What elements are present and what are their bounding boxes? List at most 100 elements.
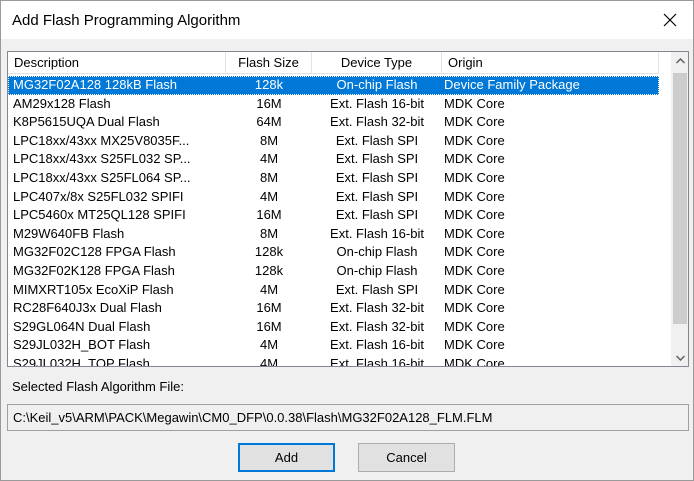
list-header: Description Flash Size Device Type Origi… bbox=[8, 52, 659, 74]
cell-origin: MDK Core bbox=[444, 318, 505, 334]
cell-device-type: On-chip Flash bbox=[336, 244, 418, 260]
cell-flash-size: 8M bbox=[259, 132, 279, 148]
cell-origin: MDK Core bbox=[444, 300, 505, 316]
scroll-down-arrow-icon bbox=[676, 354, 685, 361]
cell-flash-size: 128k bbox=[254, 244, 284, 260]
table-row[interactable]: MG32F02C128 FPGA Flash 128k On-chip Flash M… bbox=[8, 243, 659, 262]
cell-origin: MDK Core bbox=[444, 207, 505, 223]
cell-origin: MDK Core bbox=[444, 337, 505, 353]
table-row[interactable]: K8P5615UQA Dual Flash 64M Ext. Flash 32-bi… bbox=[8, 113, 659, 132]
table-row[interactable]: LPC5460x MT25QL128 SPIFI 16M Ext. Flash SP… bbox=[8, 206, 659, 225]
cell-device-type: Ext. Flash 16-bit bbox=[330, 225, 424, 241]
algorithm-list[interactable]: Description Flash Size Device Type Origi… bbox=[7, 51, 689, 367]
cell-description: AM29x128 Flash bbox=[13, 95, 111, 111]
cell-description: S29JL032H_BOT Flash bbox=[13, 337, 151, 353]
cell-description: RC28F640J3x Dual Flash bbox=[13, 300, 162, 316]
scroll-down-button[interactable] bbox=[672, 349, 688, 366]
cell-device-type: Ext. Flash 32-bit bbox=[330, 114, 424, 130]
dialog-title: Add Flash Programming Algorithm bbox=[12, 12, 241, 29]
cell-device-type: Ext. Flash 16-bit bbox=[330, 95, 424, 111]
cell-device-type: Ext. Flash 32-bit bbox=[330, 300, 424, 316]
scroll-up-button[interactable] bbox=[672, 52, 688, 69]
cell-flash-size: 16M bbox=[256, 300, 282, 316]
cell-device-type: Ext. Flash SPI bbox=[335, 132, 419, 148]
cell-description: MG32F02C128 FPGA Flash bbox=[13, 244, 176, 260]
cell-description: MG32F02K128 FPGA Flash bbox=[13, 263, 175, 278]
cell-origin: MDK Core bbox=[444, 95, 505, 111]
cell-origin: MDK Core bbox=[444, 188, 505, 204]
table-row[interactable]: MG32F02A128 128kB Flash 128k On-chip Flash… bbox=[8, 76, 659, 95]
table-row[interactable]: LPC18xx/43xx MX25V8035F... 8M Ext. Flash S… bbox=[8, 132, 659, 151]
close-button[interactable] bbox=[647, 1, 693, 39]
title-bar[interactable]: Add Flash Programming Algorithm bbox=[1, 1, 693, 39]
cell-flash-size: 4M bbox=[259, 151, 279, 167]
column-header-description[interactable]: Description bbox=[8, 52, 226, 74]
cell-flash-size: 4M bbox=[259, 356, 279, 366]
cell-flash-size: 64M bbox=[256, 114, 282, 130]
cell-description: K8P5615UQA Dual Flash bbox=[13, 114, 160, 130]
table-row[interactable]: MIMXRT105x EcoXiP Flash 4M Ext. Flash SPI M… bbox=[8, 281, 659, 300]
scroll-up-arrow-icon bbox=[676, 57, 685, 64]
cell-flash-size: 16M bbox=[256, 207, 282, 223]
cell-description: S29JL032H_TOP Flash bbox=[13, 356, 150, 366]
table-row[interactable]: S29GL064N Dual Flash 16M Ext. Flash 32-bit… bbox=[8, 318, 659, 337]
cell-device-type: On-chip Flash bbox=[336, 263, 418, 278]
cell-description: LPC5460x MT25QL128 SPIFI bbox=[13, 207, 186, 223]
table-row[interactable]: M29W640FB Flash 8M Ext. Flash 16-bit MDK Co… bbox=[8, 225, 659, 244]
cell-flash-size: 4M bbox=[259, 337, 279, 353]
cell-device-type: Ext. Flash 32-bit bbox=[330, 318, 424, 334]
cell-flash-size: 8M bbox=[259, 225, 279, 241]
cell-device-type: Ext. Flash SPI bbox=[335, 188, 419, 204]
cell-origin: MDK Core bbox=[444, 132, 505, 148]
cell-device-type: Ext. Flash SPI bbox=[335, 207, 419, 223]
table-row[interactable]: MG32F02K128 FPGA Flash 128k On-chip Flash M… bbox=[8, 262, 659, 281]
cell-origin: MDK Core bbox=[444, 151, 505, 167]
cell-description: LPC18xx/43xx S25FL064 SP... bbox=[13, 170, 191, 185]
cell-description: LPC18xx/43xx MX25V8035F... bbox=[13, 132, 190, 148]
table-row[interactable]: S29JL032H_BOT Flash 4M Ext. Flash 16-bit MD… bbox=[8, 336, 659, 355]
cell-description: M29W640FB Flash bbox=[13, 225, 125, 241]
table-row[interactable]: AM29x128 Flash 16M Ext. Flash 16-bit MDK Co… bbox=[8, 95, 659, 114]
column-header-origin[interactable]: Origin bbox=[442, 52, 659, 74]
list-rows: MG32F02A128 128kB Flash 128k On-chip Flash… bbox=[8, 76, 659, 366]
selected-file-label: Selected Flash Algorithm File: bbox=[12, 379, 184, 394]
column-header-device-type[interactable]: Device Type bbox=[312, 52, 442, 74]
cell-origin: Device Family Package bbox=[444, 77, 580, 92]
cell-device-type: On-chip Flash bbox=[336, 77, 418, 92]
cell-origin: MDK Core bbox=[444, 356, 505, 366]
cell-device-type: Ext. Flash SPI bbox=[335, 170, 419, 185]
cell-device-type: Ext. Flash 16-bit bbox=[330, 356, 424, 366]
vertical-scrollbar[interactable] bbox=[671, 52, 688, 366]
cell-flash-size: 4M bbox=[259, 188, 279, 204]
selected-file-path: C:\Keil_v5\ARM\PACK\Megawin\CM0_DFP\0.0.… bbox=[7, 404, 689, 431]
table-row[interactable]: LPC18xx/43xx S25FL032 SP... 4M Ext. Flash … bbox=[8, 150, 659, 169]
table-row[interactable]: RC28F640J3x Dual Flash 16M Ext. Flash 32-b… bbox=[8, 299, 659, 318]
table-row[interactable]: S29JL032H_TOP Flash 4M Ext. Flash 16-bit MD… bbox=[8, 355, 659, 366]
cell-description: MG32F02A128 128kB Flash bbox=[13, 77, 178, 92]
cell-device-type: Ext. Flash SPI bbox=[335, 281, 419, 297]
cell-flash-size: 8M bbox=[259, 170, 279, 185]
scrollbar-thumb[interactable] bbox=[673, 73, 687, 324]
cell-origin: MDK Core bbox=[444, 170, 505, 185]
cell-origin: MDK Core bbox=[444, 281, 505, 297]
cell-description: MIMXRT105x EcoXiP Flash bbox=[13, 281, 174, 297]
add-button[interactable]: Add bbox=[238, 443, 335, 472]
cell-origin: MDK Core bbox=[444, 244, 505, 260]
cell-device-type: Ext. Flash SPI bbox=[335, 151, 419, 167]
cell-origin: MDK Core bbox=[444, 263, 505, 278]
cell-origin: MDK Core bbox=[444, 114, 505, 130]
table-row[interactable]: LPC407x/8x S25FL032 SPIFI 4M Ext. Flash SP… bbox=[8, 188, 659, 207]
column-header-flash-size[interactable]: Flash Size bbox=[226, 52, 312, 74]
cell-flash-size: 4M bbox=[259, 281, 279, 297]
cell-flash-size: 16M bbox=[256, 318, 282, 334]
close-icon bbox=[663, 13, 677, 27]
cell-description: S29GL064N Dual Flash bbox=[13, 318, 151, 334]
cancel-button[interactable]: Cancel bbox=[358, 443, 455, 472]
cell-origin: MDK Core bbox=[444, 225, 505, 241]
cell-description: LPC18xx/43xx S25FL032 SP... bbox=[13, 151, 191, 167]
cell-flash-size: 16M bbox=[256, 95, 282, 111]
cell-description: LPC407x/8x S25FL032 SPIFI bbox=[13, 188, 184, 204]
cell-flash-size: 128k bbox=[254, 263, 284, 278]
table-row[interactable]: LPC18xx/43xx S25FL064 SP... 8M Ext. Flash … bbox=[8, 169, 659, 188]
cell-device-type: Ext. Flash 16-bit bbox=[330, 337, 424, 353]
